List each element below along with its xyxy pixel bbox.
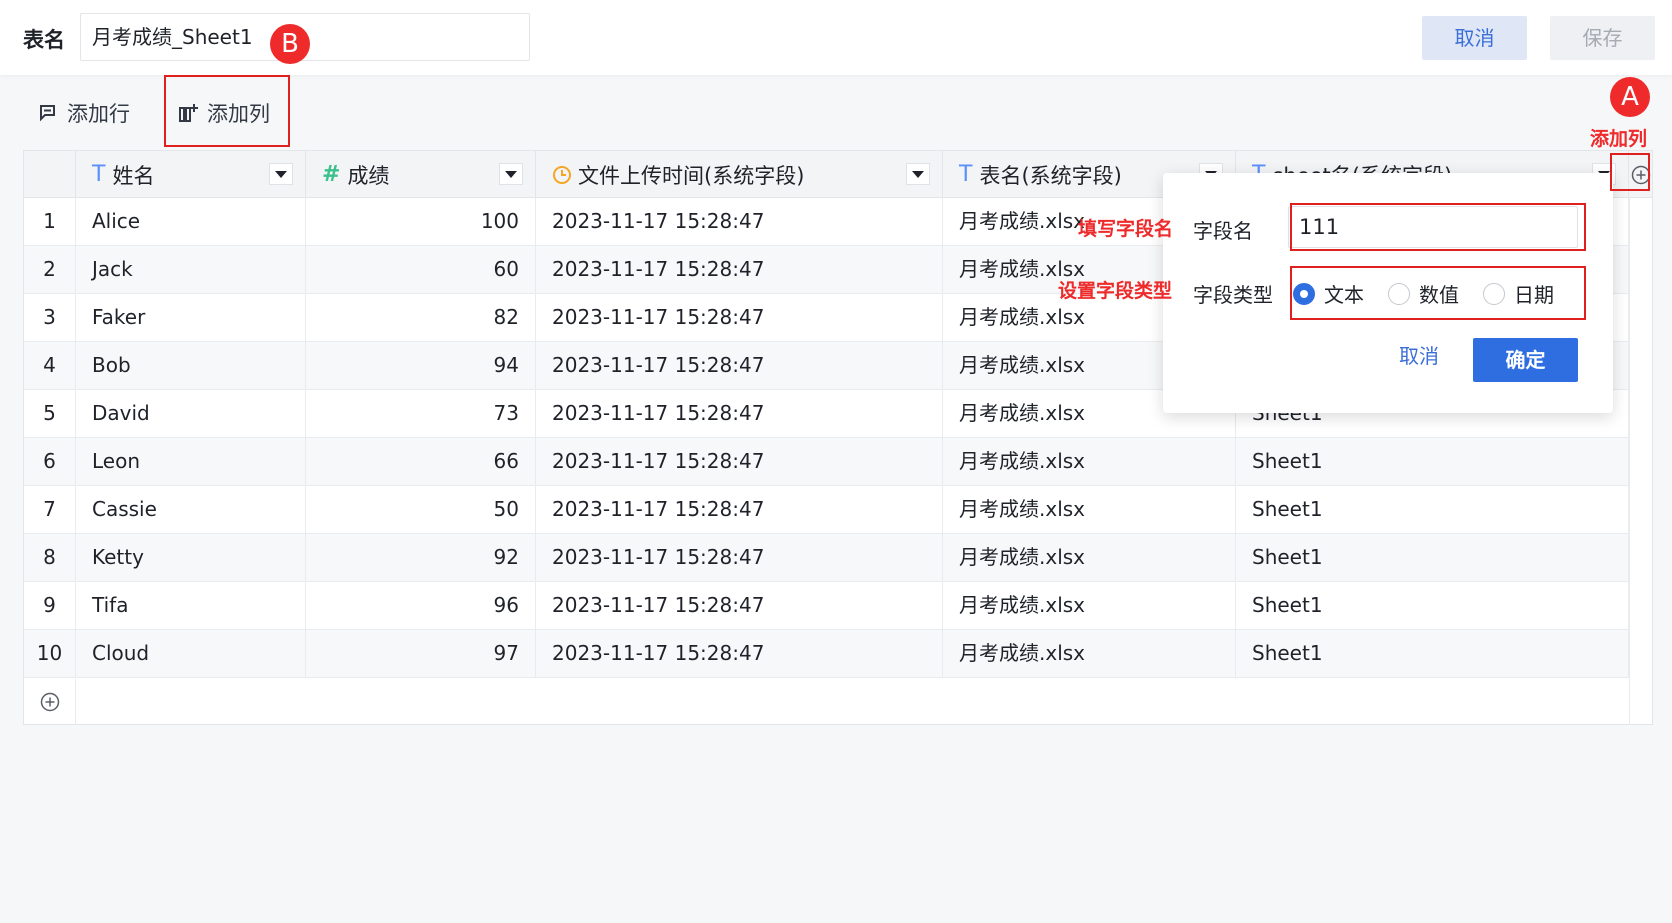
name-cell[interactable]: David (76, 390, 306, 438)
table-name-cell[interactable]: 月考成绩.xlsx (943, 582, 1236, 630)
highlight-field-type (1290, 266, 1586, 320)
cancel-button[interactable]: 取消 (1422, 16, 1527, 60)
upload-time-cell[interactable]: 2023-11-17 15:28:47 (536, 342, 943, 390)
table-row[interactable]: 6 Leon 66 2023-11-17 15:28:47 月考成绩.xlsx Sheet… (24, 438, 1629, 486)
row-index-cell: 8 (24, 534, 76, 582)
upload-time-cell[interactable]: 2023-11-17 15:28:47 (536, 486, 943, 534)
name-cell[interactable]: Alice (76, 198, 306, 246)
annotation-field-name-note: 填写字段名 (1078, 218, 1174, 240)
sheet-name-cell[interactable]: Sheet1 (1236, 534, 1629, 582)
name-cell[interactable]: Ketty (76, 534, 306, 582)
upload-time-cell[interactable]: 2023-11-17 15:28:47 (536, 246, 943, 294)
score-cell[interactable]: 97 (306, 630, 536, 678)
upload-time-cell[interactable]: 2023-11-17 15:28:47 (536, 630, 943, 678)
score-cell[interactable]: 73 (306, 390, 536, 438)
row-index-cell: 4 (24, 342, 76, 390)
row-index-cell: 2 (24, 246, 76, 294)
top-bar: 表名 月考成绩_Sheet1 取消 保存 (0, 0, 1672, 75)
table-name-label: 表名 (23, 28, 65, 52)
row-index-cell: 9 (24, 582, 76, 630)
score-cell[interactable]: 66 (306, 438, 536, 486)
name-cell[interactable]: Cloud (76, 630, 306, 678)
sheet-name-cell[interactable]: Sheet1 (1236, 630, 1629, 678)
row-index-cell: 1 (24, 198, 76, 246)
column-header-upload-time[interactable]: 文件上传时间(系统字段) (536, 151, 943, 198)
score-cell[interactable]: 100 (306, 198, 536, 246)
row-index-cell: 6 (24, 438, 76, 486)
upload-time-cell[interactable]: 2023-11-17 15:28:47 (536, 294, 943, 342)
score-cell[interactable]: 60 (306, 246, 536, 294)
column-header-label: 文件上传时间(系统字段) (578, 163, 805, 188)
row-index-cell: 5 (24, 390, 76, 438)
sheet-name-cell[interactable]: Sheet1 (1236, 486, 1629, 534)
score-cell[interactable]: 94 (306, 342, 536, 390)
annotation-marker-b: B (270, 24, 310, 64)
header-index-cell (24, 151, 76, 198)
clock-icon (553, 165, 571, 184)
score-cell[interactable]: 82 (306, 294, 536, 342)
table-row[interactable]: 8 Ketty 92 2023-11-17 15:28:47 月考成绩.xlsx Shee… (24, 534, 1629, 582)
number-type-icon: # (322, 162, 341, 187)
table-name-cell[interactable]: 月考成绩.xlsx (943, 630, 1236, 678)
name-cell[interactable]: Jack (76, 246, 306, 294)
upload-time-cell[interactable]: 2023-11-17 15:28:47 (536, 198, 943, 246)
table-name-cell[interactable]: 月考成绩.xlsx (943, 486, 1236, 534)
annotation-marker-a: A (1610, 77, 1650, 117)
table-name-cell[interactable]: 月考成绩.xlsx (943, 534, 1236, 582)
chevron-down-icon[interactable] (269, 163, 293, 185)
column-header-name[interactable]: T 姓名 (76, 151, 306, 198)
column-header-label: 表名(系统字段) (979, 163, 1122, 188)
annotation-field-type-note: 设置字段类型 (1058, 280, 1173, 302)
add-row-label: 添加行 (67, 102, 130, 126)
name-cell[interactable]: Bob (76, 342, 306, 390)
add-row-inline-button[interactable] (24, 679, 76, 725)
sheet-name-cell[interactable]: Sheet1 (1236, 438, 1629, 486)
save-button[interactable]: 保存 (1550, 16, 1655, 60)
plus-circle-icon (40, 692, 59, 712)
add-row-icon (40, 105, 55, 122)
table-row[interactable]: 10 Cloud 97 2023-11-17 15:28:47 月考成绩.xlsx She… (24, 630, 1629, 678)
add-row-button[interactable]: 添加行 (38, 96, 130, 130)
table-row[interactable]: 9 Tifa 96 2023-11-17 15:28:47 月考成绩.xlsx Sheet… (24, 582, 1629, 630)
upload-time-cell[interactable]: 2023-11-17 15:28:47 (536, 534, 943, 582)
chevron-down-icon[interactable] (906, 163, 930, 185)
highlight-field-name (1290, 203, 1586, 251)
text-type-icon: T (92, 162, 106, 187)
highlight-add-column-toolbar (164, 75, 290, 147)
row-index-cell: 7 (24, 486, 76, 534)
score-cell[interactable]: 96 (306, 582, 536, 630)
upload-time-cell[interactable]: 2023-11-17 15:28:47 (536, 582, 943, 630)
column-header-label: 成绩 (347, 163, 390, 188)
popup-confirm-button[interactable]: 确定 (1473, 338, 1578, 382)
upload-time-cell[interactable]: 2023-11-17 15:28:47 (536, 438, 943, 486)
highlight-add-column-header (1610, 153, 1650, 191)
table-row[interactable]: 7 Cassie 50 2023-11-17 15:28:47 月考成绩.xlsx She… (24, 486, 1629, 534)
text-type-icon: T (959, 162, 973, 187)
score-cell[interactable]: 50 (306, 486, 536, 534)
sheet-name-cell[interactable]: Sheet1 (1236, 582, 1629, 630)
add-row-footer (24, 679, 1629, 725)
name-cell[interactable]: Tifa (76, 582, 306, 630)
score-cell[interactable]: 92 (306, 534, 536, 582)
popup-cancel-button[interactable]: 取消 (1399, 340, 1439, 369)
table-name-cell[interactable]: 月考成绩.xlsx (943, 438, 1236, 486)
upload-time-cell[interactable]: 2023-11-17 15:28:47 (536, 390, 943, 438)
chevron-down-icon[interactable] (499, 163, 523, 185)
annotation-add-column-note: 添加列 (1590, 128, 1648, 150)
column-header-label: 姓名 (112, 163, 155, 188)
empty-column-area (1629, 198, 1652, 725)
column-header-score[interactable]: # 成绩 (306, 151, 536, 198)
field-type-label: 字段类型 (1193, 283, 1273, 307)
row-index-cell: 3 (24, 294, 76, 342)
name-cell[interactable]: Cassie (76, 486, 306, 534)
name-cell[interactable]: Faker (76, 294, 306, 342)
row-index-cell: 10 (24, 630, 76, 678)
field-name-label: 字段名 (1193, 219, 1253, 243)
name-cell[interactable]: Leon (76, 438, 306, 486)
